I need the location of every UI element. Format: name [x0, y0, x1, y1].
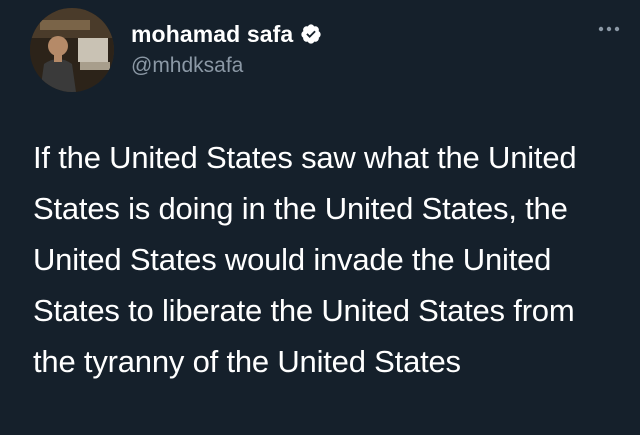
- avatar-photo-icon: [30, 8, 114, 92]
- tweet-text: If the United States saw what the United…: [33, 140, 577, 379]
- tweet-card: mohamad safa @mhdksafa If the United Sta…: [0, 0, 640, 435]
- verified-badge-icon: [301, 24, 321, 44]
- name-row: mohamad safa: [131, 18, 322, 50]
- user-info: mohamad safa @mhdksafa: [131, 18, 322, 78]
- user-handle[interactable]: @mhdksafa: [131, 54, 322, 78]
- display-name[interactable]: mohamad safa: [131, 21, 293, 48]
- avatar[interactable]: [30, 8, 114, 92]
- more-options-icon[interactable]: [596, 22, 622, 36]
